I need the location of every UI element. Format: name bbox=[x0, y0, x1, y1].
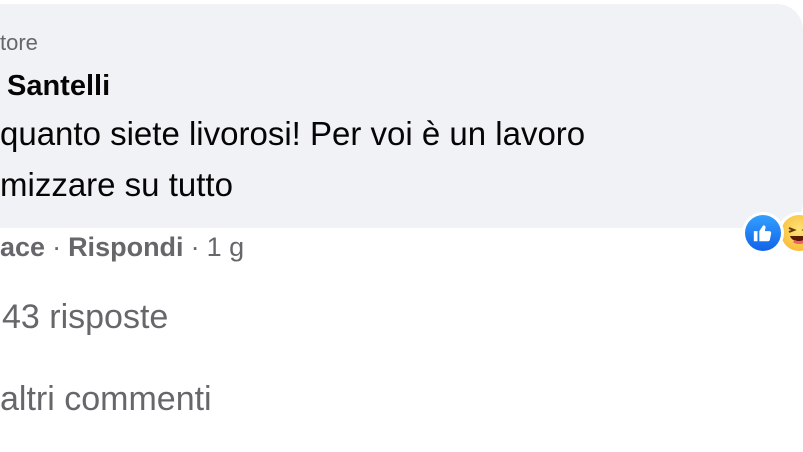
more-comments-link[interactable]: altri commenti bbox=[0, 380, 212, 419]
comment-thread: tore Santelli quanto siete livorosi! Per… bbox=[0, 0, 803, 452]
author-role-label: tore bbox=[0, 30, 38, 55]
comment-text-line-1: quanto siete livorosi! Per voi è un lavo… bbox=[0, 115, 586, 152]
comment-author-name[interactable]: Santelli bbox=[7, 70, 110, 103]
like-reaction-icon bbox=[742, 212, 784, 254]
view-replies-link[interactable]: 43 risposte bbox=[2, 298, 168, 337]
separator-dot: · bbox=[190, 232, 200, 262]
like-action-link[interactable]: ace bbox=[0, 232, 45, 262]
comment-actions: ace · Rispondi · 1 g bbox=[0, 232, 244, 263]
separator-dot: · bbox=[52, 232, 62, 262]
reply-action-link[interactable]: Rispondi bbox=[68, 232, 184, 262]
comment-text-line-2: mizzare su tutto bbox=[0, 166, 233, 203]
reaction-summary[interactable] bbox=[742, 210, 803, 256]
comment-timestamp[interactable]: 1 g bbox=[207, 232, 245, 262]
